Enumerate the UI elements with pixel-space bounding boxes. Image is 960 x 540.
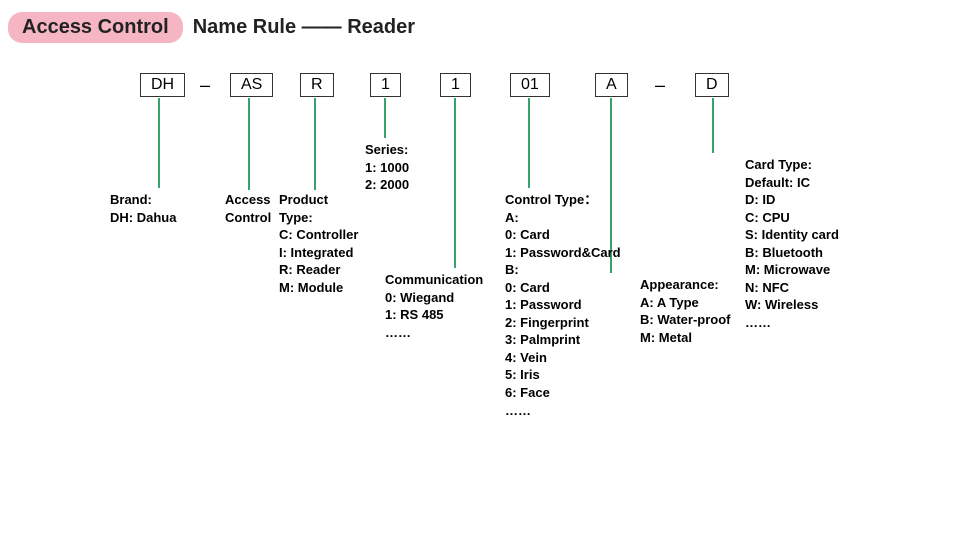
page-title: Access Control Name Rule —— Reader: [8, 12, 960, 43]
vline-series: [384, 98, 386, 138]
code-card: D: [695, 73, 729, 97]
sep-dash-2: –: [655, 75, 665, 96]
vline-ctrl: [528, 98, 530, 188]
desc-appearance: Appearance: A: A Type B: Water-proof M: …: [640, 276, 731, 346]
code-ctrl: 01: [510, 73, 550, 97]
diagram-stage: DH – AS R 1 1 01 A – D Brand: DH: Dahua …: [0, 63, 960, 523]
code-series: 1: [370, 73, 401, 97]
vline-comm: [454, 98, 456, 268]
desc-access: Access Control: [225, 191, 271, 226]
desc-ptype: Product Type: C: Controller I: Integrate…: [279, 191, 358, 296]
title-rest: Name Rule —— Reader: [193, 16, 415, 39]
desc-comm: Communication 0: Wiegand 1: RS 485 ……: [385, 271, 483, 341]
desc-ctrl: Control Type： A: 0: Card 1: Password&Car…: [505, 191, 621, 419]
code-comm: 1: [440, 73, 471, 97]
desc-series: Series: 1: 1000 2: 2000: [365, 141, 409, 194]
vline-brand: [158, 98, 160, 188]
code-access: AS: [230, 73, 273, 97]
desc-card: Card Type: Default: IC D: ID C: CPU S: I…: [745, 156, 839, 331]
code-appearance: A: [595, 73, 628, 97]
vline-ptype: [314, 98, 316, 190]
vline-card: [712, 98, 714, 153]
code-ptype: R: [300, 73, 334, 97]
desc-brand: Brand: DH: Dahua: [110, 191, 176, 226]
vline-access: [248, 98, 250, 190]
sep-dash-1: –: [200, 75, 210, 96]
title-pill: Access Control: [8, 12, 183, 43]
code-brand: DH: [140, 73, 185, 97]
